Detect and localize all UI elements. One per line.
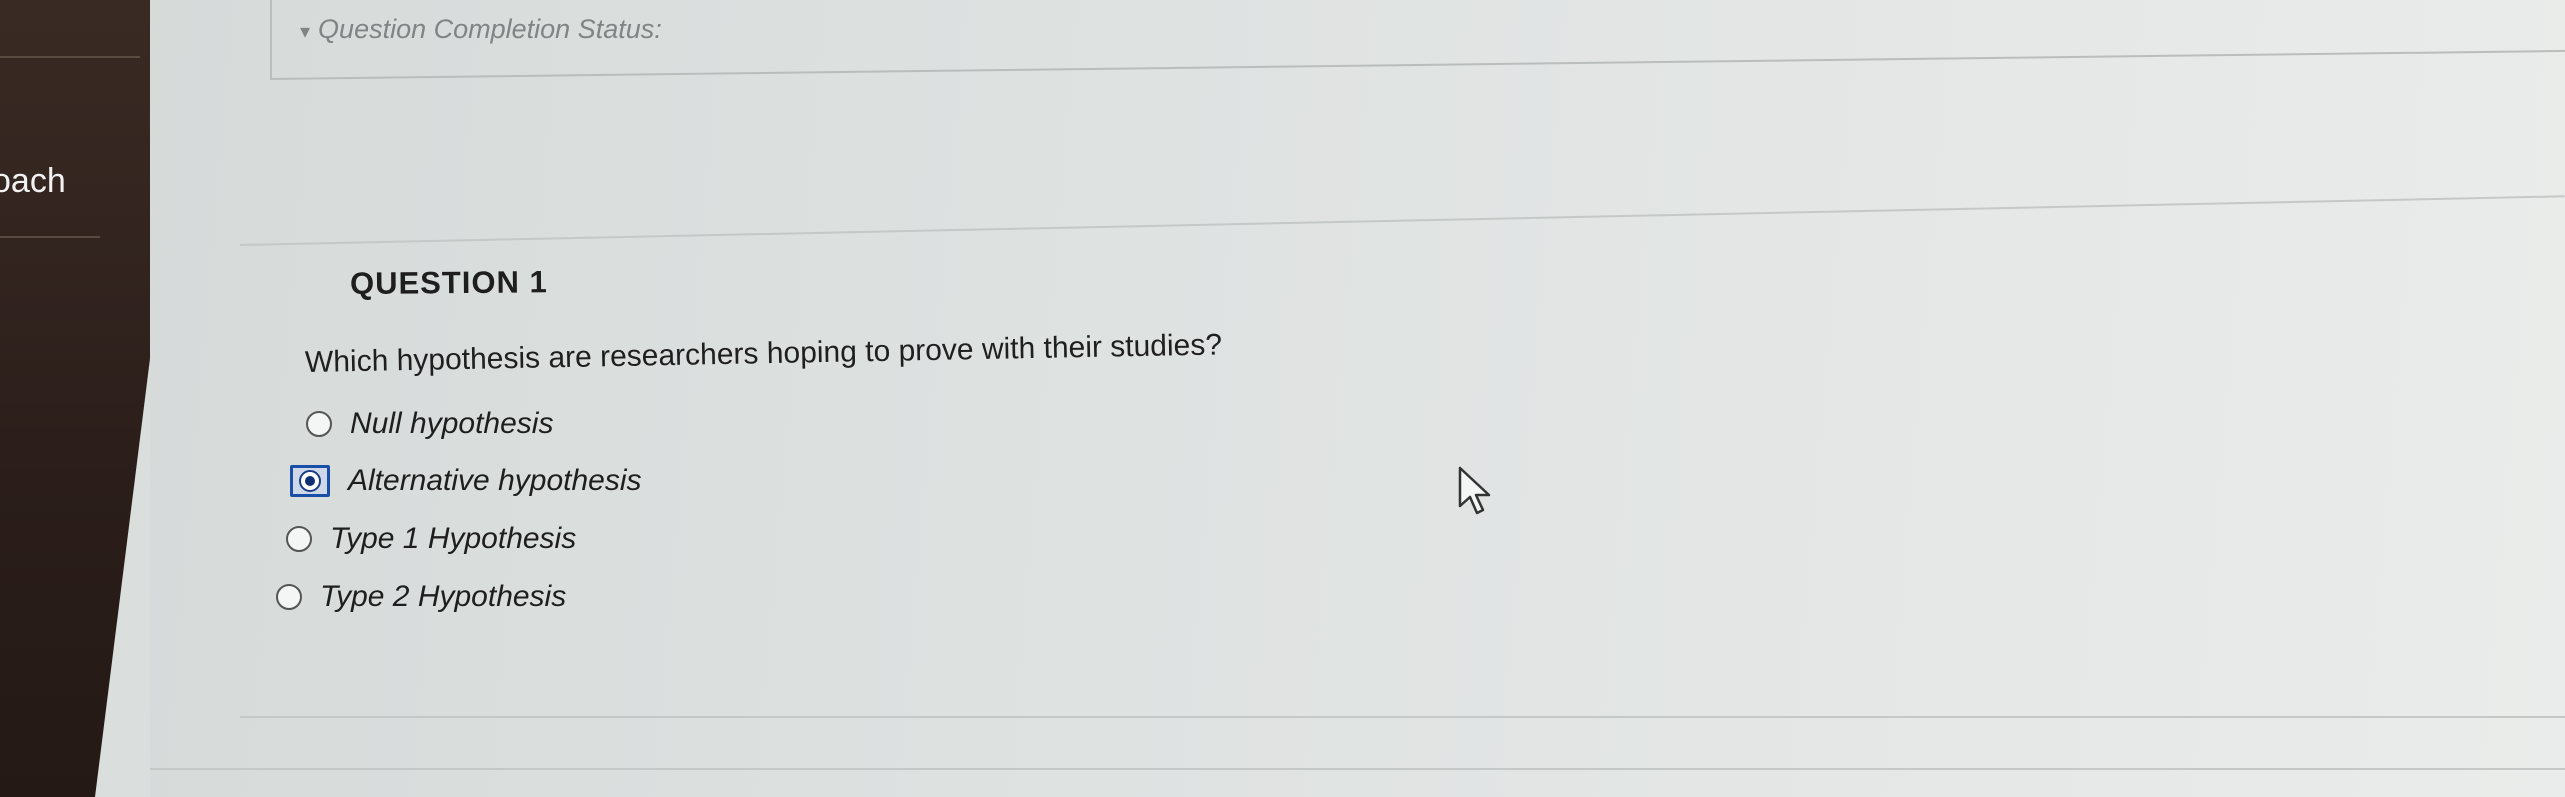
radio-selected-dot-icon xyxy=(299,470,321,492)
sidebar-divider-top xyxy=(0,56,140,58)
radio-button[interactable] xyxy=(286,526,312,552)
radio-button[interactable] xyxy=(276,584,302,610)
status-label: Question Completion Status: xyxy=(318,14,662,44)
option-label: Alternative hypothesis xyxy=(348,464,642,497)
mouse-pointer-icon xyxy=(1458,466,1491,515)
answer-option-type-1-hypothesis[interactable]: Type 1 Hypothesis xyxy=(286,522,576,556)
sidebar-item-label[interactable]: oach xyxy=(0,162,66,201)
sidebar-divider-bottom xyxy=(0,236,100,238)
section-divider-bottom xyxy=(240,716,2565,718)
radio-button-selected[interactable] xyxy=(290,465,330,497)
section-divider-lower xyxy=(150,768,2565,770)
answer-option-alternative-hypothesis[interactable]: Alternative hypothesis xyxy=(290,464,642,498)
answer-option-type-2-hypothesis[interactable]: Type 2 Hypothesis xyxy=(276,580,566,614)
question-completion-status[interactable]: ▾ Question Completion Status: xyxy=(300,14,662,45)
content-panel xyxy=(150,0,2565,797)
option-label: Type 1 Hypothesis xyxy=(330,522,577,555)
option-label: Null hypothesis xyxy=(350,407,554,440)
radio-button[interactable] xyxy=(306,411,332,437)
option-label: Type 2 Hypothesis xyxy=(320,580,567,613)
answer-option-null-hypothesis[interactable]: Null hypothesis xyxy=(306,407,553,441)
question-title: QUESTION 1 xyxy=(349,264,548,301)
chevron-down-icon[interactable]: ▾ xyxy=(300,19,310,44)
